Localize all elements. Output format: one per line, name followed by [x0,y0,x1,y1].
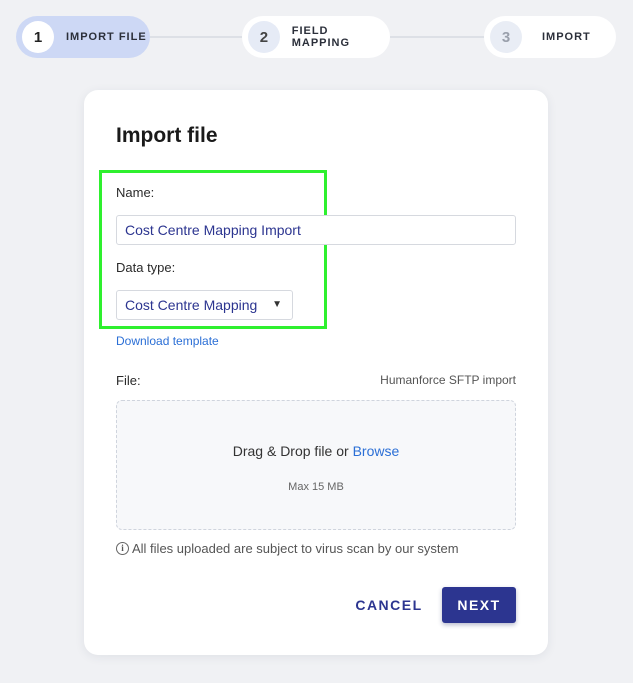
cancel-button[interactable]: CANCEL [346,590,432,620]
import-file-card: Import file Name: Data type: Cost Centre… [84,90,548,655]
data-type-value: Cost Centre Mapping [125,297,258,313]
name-field[interactable] [116,215,516,245]
data-type-select[interactable]: Cost Centre Mapping ▼ [116,290,293,320]
file-label: File: [116,373,141,388]
step-connector [390,36,486,38]
step-label: IMPORT [542,31,591,43]
max-size-note: Max 15 MB [288,481,344,493]
import-stepper: 1 IMPORT FILE 2 FIELD MAPPING 3 IMPORT [16,16,616,58]
browse-link[interactable]: Browse [353,443,400,459]
page-title: Import file [116,124,218,147]
step-connector [150,36,246,38]
download-template-link[interactable]: Download template [116,334,219,348]
name-label: Name: [116,185,155,200]
step-import-file[interactable]: 1 IMPORT FILE [16,16,150,58]
next-button[interactable]: NEXT [442,587,516,623]
virus-scan-text: All files uploaded are subject to virus … [132,541,459,556]
step-label: FIELD MAPPING [291,25,351,49]
dropzone-prompt: Drag & Drop file or [232,443,353,459]
virus-scan-note: i All files uploaded are subject to viru… [116,541,459,556]
step-number: 2 [248,21,280,53]
file-dropzone[interactable]: Drag & Drop file or Browse Max 15 MB [116,400,516,530]
dropzone-text: Drag & Drop file or Browse [117,443,515,459]
data-type-label: Data type: [116,260,176,275]
step-import[interactable]: 3 IMPORT [484,16,616,58]
step-field-mapping[interactable]: 2 FIELD MAPPING [242,16,390,58]
step-number: 3 [490,21,522,53]
caret-down-icon: ▼ [272,299,282,310]
step-number: 1 [22,21,54,53]
sftp-import-note: Humanforce SFTP import [380,373,516,387]
info-icon: i [116,542,129,555]
step-label: IMPORT FILE [66,31,147,43]
